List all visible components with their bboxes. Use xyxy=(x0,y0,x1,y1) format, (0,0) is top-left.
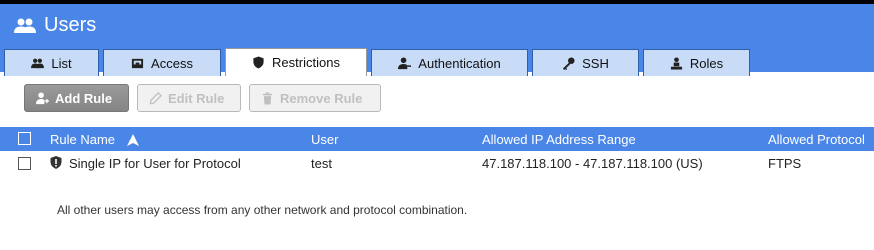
table-row[interactable]: Single IP for User for Protocol test 47.… xyxy=(0,152,874,174)
tab-access[interactable]: Access xyxy=(103,49,221,76)
column-label: Rule Name xyxy=(50,132,116,147)
tab-label: Access xyxy=(151,55,193,71)
inbox-icon xyxy=(131,58,144,68)
tab-label: Restrictions xyxy=(272,55,340,70)
tab-roles[interactable]: Roles xyxy=(643,49,750,76)
remove-rule-button[interactable]: Remove Rule xyxy=(249,84,381,112)
user-key-icon xyxy=(398,56,412,69)
add-rule-label: Add Rule xyxy=(55,90,113,106)
shield-alert-icon xyxy=(50,156,62,169)
page-title: Users xyxy=(14,14,96,37)
remove-rule-label: Remove Rule xyxy=(280,90,363,106)
column-header-user[interactable]: User xyxy=(311,132,338,147)
tab-label: SSH xyxy=(582,55,609,71)
row-checkbox[interactable] xyxy=(18,157,31,170)
tab-authentication[interactable]: Authentication xyxy=(371,49,528,76)
tab-ssh[interactable]: SSH xyxy=(532,49,639,76)
rule-name-cell: Single IP for User for Protocol xyxy=(69,156,241,171)
default-access-note: All other users may access from any othe… xyxy=(57,203,468,217)
user-cell: test xyxy=(311,156,332,171)
sort-ascending-icon xyxy=(127,133,140,146)
rule-toolbar: Add Rule Edit Rule Remove Rule xyxy=(24,84,381,112)
edit-rule-label: Edit Rule xyxy=(168,90,225,106)
table-header: Rule Name User Allowed IP Address Range … xyxy=(0,127,874,151)
tab-label: Roles xyxy=(689,55,724,71)
key-icon xyxy=(563,56,575,70)
user-hierarchy-icon xyxy=(670,56,682,70)
tab-label: Authentication xyxy=(418,55,501,71)
add-rule-button[interactable]: Add Rule xyxy=(24,84,129,112)
column-header-protocol[interactable]: Allowed Protocol xyxy=(768,132,865,147)
column-header-rule-name[interactable]: Rule Name xyxy=(50,132,140,147)
tab-bar: List Access Restrictions Authentication xyxy=(4,48,754,76)
tab-list[interactable]: List xyxy=(4,49,99,76)
users-icon xyxy=(31,58,45,68)
tab-label: List xyxy=(51,55,72,71)
shield-icon xyxy=(253,56,264,69)
pencil-icon xyxy=(149,91,162,104)
users-icon xyxy=(14,18,36,33)
select-all-checkbox[interactable] xyxy=(18,132,31,145)
page-title-text: Users xyxy=(44,14,97,36)
edit-rule-button[interactable]: Edit Rule xyxy=(137,84,241,112)
trash-icon xyxy=(262,91,273,105)
ip-range-cell: 47.187.118.100 - 47.187.118.100 (US) xyxy=(482,156,703,171)
tab-restrictions[interactable]: Restrictions xyxy=(225,48,367,76)
column-header-ip-range[interactable]: Allowed IP Address Range xyxy=(482,132,636,147)
add-user-icon xyxy=(36,91,49,104)
page-header: Users List Access Restrictions Authentic… xyxy=(0,0,874,76)
protocol-cell: FTPS xyxy=(768,156,802,171)
